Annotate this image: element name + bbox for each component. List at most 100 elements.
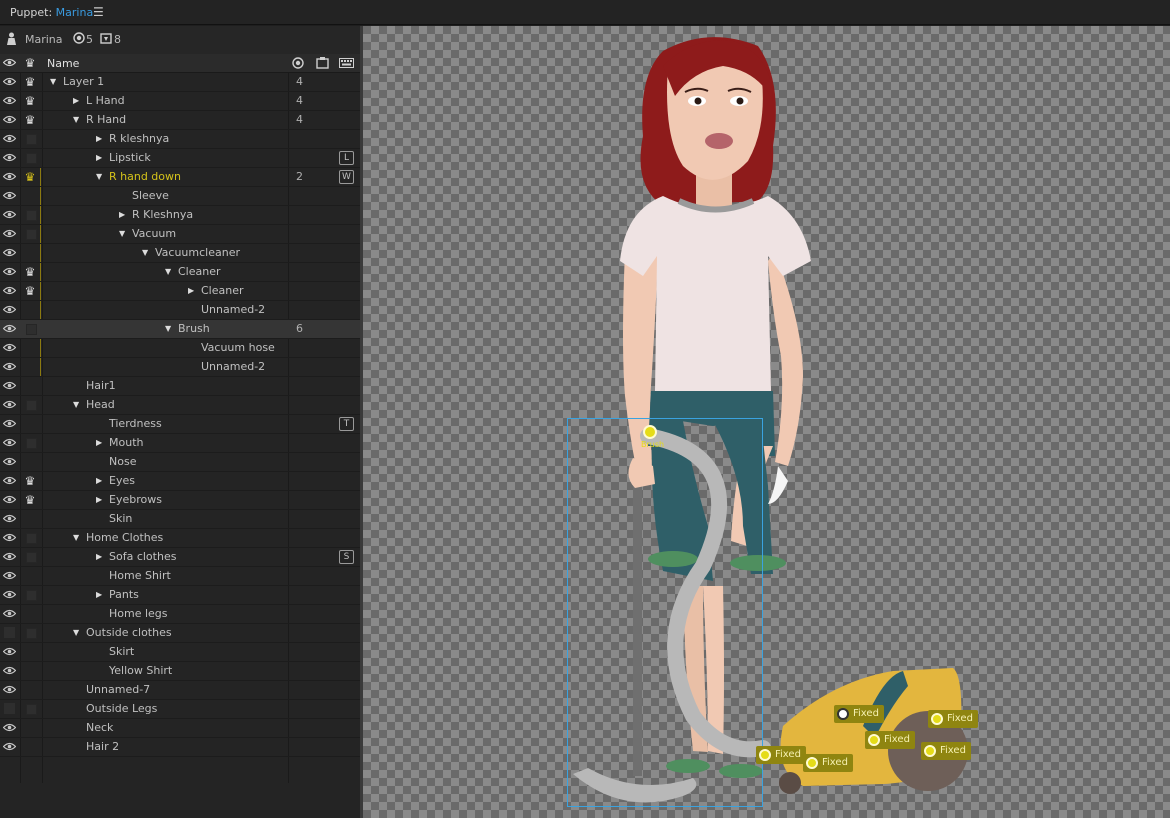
- layer-name[interactable]: Lipstick: [109, 151, 151, 164]
- layer-name[interactable]: Home legs: [109, 607, 168, 620]
- eye-icon[interactable]: [2, 533, 17, 543]
- key-trigger-badge[interactable]: L: [339, 151, 354, 165]
- expand-triangle-icon[interactable]: ▼: [73, 532, 83, 544]
- solo-toggle-box[interactable]: [26, 210, 37, 221]
- layer-name[interactable]: Mouth: [109, 436, 143, 449]
- layer-name[interactable]: Cleaner: [178, 265, 221, 278]
- layer-row-vacuumcleaner[interactable]: ▼ Vacuumcleaner: [0, 244, 360, 263]
- solo-toggle-box[interactable]: [26, 324, 37, 335]
- layer-row-r-hand-down[interactable]: ♛ ▼ R hand down 2 W: [0, 168, 360, 187]
- eye-icon[interactable]: [2, 77, 17, 87]
- eye-icon[interactable]: [2, 419, 17, 429]
- expand-triangle-icon[interactable]: ▼: [119, 228, 129, 240]
- layer-name[interactable]: Hair 2: [86, 740, 119, 753]
- layer-row-unnamed-2[interactable]: Unnamed-2: [0, 358, 360, 377]
- layer-row-skirt[interactable]: Skirt: [0, 643, 360, 662]
- layer-row-yellow-shirt[interactable]: Yellow Shirt: [0, 662, 360, 681]
- layer-name[interactable]: Outside clothes: [86, 626, 172, 639]
- collapse-triangle-icon[interactable]: ▶: [96, 551, 106, 563]
- eye-icon[interactable]: [2, 723, 17, 733]
- expand-triangle-icon[interactable]: ▼: [165, 266, 175, 278]
- layer-name[interactable]: Unnamed-7: [86, 683, 150, 696]
- crown-icon[interactable]: ♛: [23, 94, 37, 108]
- eye-icon[interactable]: [2, 666, 17, 676]
- eye-icon[interactable]: [2, 400, 17, 410]
- eye-icon[interactable]: [2, 514, 17, 524]
- eye-icon[interactable]: [2, 305, 17, 315]
- expand-triangle-icon[interactable]: ▼: [96, 171, 106, 183]
- crown-icon[interactable]: ♛: [23, 474, 37, 488]
- eye-icon[interactable]: [2, 172, 17, 182]
- layer-name[interactable]: Eyebrows: [109, 493, 162, 506]
- eye-icon[interactable]: [2, 381, 17, 391]
- eye-icon[interactable]: [2, 362, 17, 372]
- layer-name[interactable]: Home Shirt: [109, 569, 171, 582]
- layer-row-pants[interactable]: ▶ Pants: [0, 586, 360, 605]
- expand-triangle-icon[interactable]: ▼: [73, 114, 83, 126]
- visibility-off-box[interactable]: [3, 703, 16, 714]
- key-trigger-badge[interactable]: S: [339, 550, 354, 564]
- layer-row-layer-1[interactable]: ♛ ▼ Layer 1 4: [0, 73, 360, 92]
- collapse-triangle-icon[interactable]: ▶: [73, 95, 83, 107]
- name-column-header[interactable]: Name: [47, 57, 79, 70]
- solo-toggle-box[interactable]: [26, 400, 37, 411]
- crown-icon[interactable]: ♛: [23, 75, 37, 89]
- expand-triangle-icon[interactable]: ▼: [73, 627, 83, 639]
- eye-icon[interactable]: [2, 134, 17, 144]
- eye-icon[interactable]: [2, 685, 17, 695]
- layer-name[interactable]: R kleshnya: [109, 132, 169, 145]
- eye-icon[interactable]: [2, 286, 17, 296]
- collapse-triangle-icon[interactable]: ▶: [96, 589, 106, 601]
- eye-icon[interactable]: [2, 495, 17, 505]
- solo-toggle-box[interactable]: [26, 229, 37, 240]
- layer-row-outside-legs[interactable]: Outside Legs: [0, 700, 360, 719]
- layer-row-eyebrows[interactable]: ♛ ▶ Eyebrows: [0, 491, 360, 510]
- layer-row-lipstick[interactable]: ▶ Lipstick L: [0, 149, 360, 168]
- collapse-triangle-icon[interactable]: ▶: [96, 475, 106, 487]
- layer-name[interactable]: Skin: [109, 512, 132, 525]
- layer-name[interactable]: Layer 1: [63, 75, 104, 88]
- layer-row-tierdness[interactable]: Tierdness T: [0, 415, 360, 434]
- layer-name[interactable]: Vacuum: [132, 227, 176, 240]
- fixed-handle[interactable]: Fixed: [834, 705, 884, 723]
- crown-icon[interactable]: ♛: [23, 493, 37, 507]
- fixed-handle[interactable]: Fixed: [928, 710, 978, 728]
- layer-row-hair-2[interactable]: Hair 2: [0, 738, 360, 757]
- eye-icon[interactable]: [2, 191, 17, 201]
- eye-icon[interactable]: [2, 476, 17, 486]
- layer-row-home-legs[interactable]: Home legs: [0, 605, 360, 624]
- expand-triangle-icon[interactable]: ▼: [50, 76, 60, 88]
- layer-name[interactable]: Nose: [109, 455, 136, 468]
- eye-icon[interactable]: [2, 742, 17, 752]
- eye-icon[interactable]: [2, 647, 17, 657]
- layer-row-r-kleshnya[interactable]: ▶ R Kleshnya: [0, 206, 360, 225]
- eye-icon[interactable]: [2, 324, 17, 334]
- expand-triangle-icon[interactable]: ▼: [73, 399, 83, 411]
- fixed-handle[interactable]: Fixed: [803, 754, 853, 772]
- expand-triangle-icon[interactable]: ▼: [165, 323, 175, 335]
- collapse-triangle-icon[interactable]: ▶: [188, 285, 198, 297]
- layer-name[interactable]: Sleeve: [132, 189, 169, 202]
- layer-name[interactable]: Unnamed-2: [201, 303, 265, 316]
- layer-row-r-hand[interactable]: ♛ ▼ R Hand 4: [0, 111, 360, 130]
- hamburger-icon[interactable]: ☰: [93, 5, 104, 19]
- crown-icon[interactable]: ♛: [23, 265, 37, 279]
- layer-name[interactable]: Head: [86, 398, 115, 411]
- key-trigger-badge[interactable]: T: [339, 417, 354, 431]
- crown-icon[interactable]: ♛: [23, 113, 37, 127]
- solo-toggle-box[interactable]: [26, 552, 37, 563]
- layer-name[interactable]: Neck: [86, 721, 113, 734]
- layer-name[interactable]: R hand down: [109, 170, 181, 183]
- layer-row-r-kleshnya[interactable]: ▶ R kleshnya: [0, 130, 360, 149]
- layer-name[interactable]: Cleaner: [201, 284, 244, 297]
- eye-icon[interactable]: [2, 153, 17, 163]
- layer-row-head[interactable]: ▼ Head: [0, 396, 360, 415]
- layer-row-l-hand[interactable]: ♛ ▶ L Hand 4: [0, 92, 360, 111]
- layer-row-sofa-clothes[interactable]: ▶ Sofa clothes S: [0, 548, 360, 567]
- layer-row-hair1[interactable]: Hair1: [0, 377, 360, 396]
- fixed-handle[interactable]: Fixed: [865, 731, 915, 749]
- layer-row-outside-clothes[interactable]: ▼ Outside clothes: [0, 624, 360, 643]
- brush-handle-label[interactable]: Brush: [641, 440, 664, 449]
- fixed-handle[interactable]: Fixed: [921, 742, 971, 760]
- eye-icon[interactable]: [2, 248, 17, 258]
